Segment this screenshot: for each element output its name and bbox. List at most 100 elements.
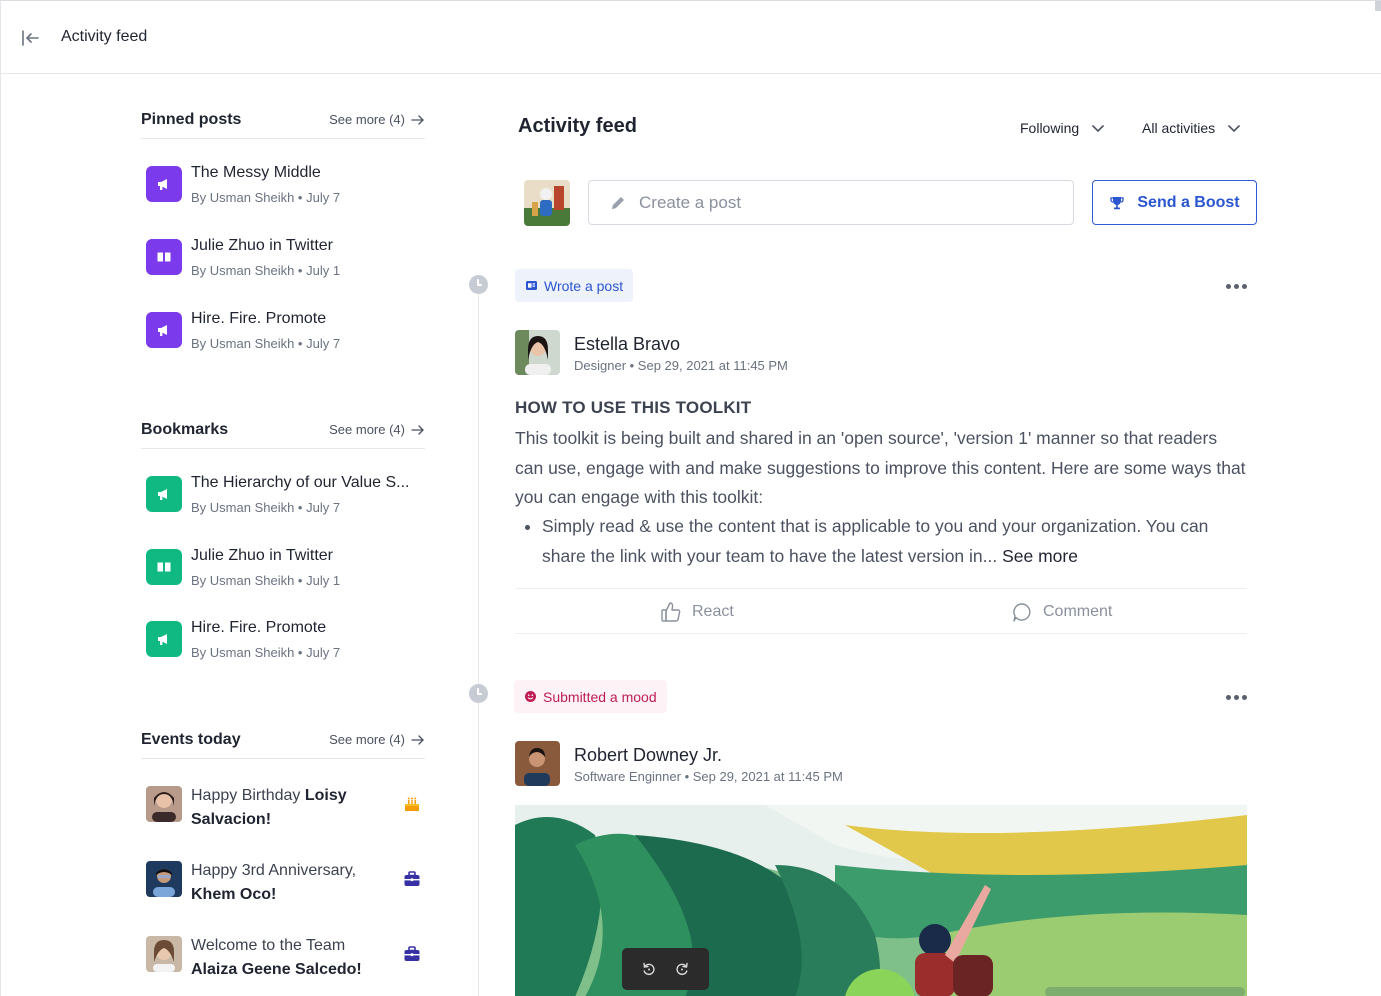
clock-icon [469, 684, 488, 703]
event-prefix: Happy Birthday [191, 787, 305, 804]
post-meta: By Usman Sheikh • July 1 [191, 263, 341, 278]
post-meta: By Usman Sheikh • July 1 [191, 573, 341, 588]
pencil-icon [612, 196, 624, 209]
post-title: Julie Zhuo in Twitter [191, 237, 333, 254]
comment-label: Comment [1043, 603, 1113, 620]
arrow-right-icon [411, 734, 424, 745]
post-heading: HOW TO USE THIS TOOLKIT [515, 398, 752, 417]
book-icon [146, 549, 182, 585]
top-bar: Activity feed [1, 1, 1381, 74]
rotate-right-icon[interactable] [674, 961, 690, 977]
activity-type-tag: Submitted a mood [514, 680, 667, 713]
pinned-see-more-link[interactable]: See more (4) [329, 112, 425, 127]
bookmarks-section: Bookmarks See more (4) [141, 421, 425, 449]
megaphone-icon [146, 312, 182, 348]
chevron-down-icon [1092, 125, 1104, 133]
post-icon [526, 281, 537, 290]
event-item[interactable]: Welcome to the Team Alaiza Geene Salcedo… [146, 934, 422, 986]
briefcase-icon [402, 869, 422, 889]
timeline-line [478, 284, 479, 996]
filter-label: All activities [1142, 120, 1216, 136]
post-meta: By Usman Sheikh • July 7 [191, 336, 341, 351]
activity-tag-label: Wrote a post [544, 277, 624, 294]
post-bullet-text: Simply read & use the content that is ap… [542, 516, 1209, 566]
pinned-post-item[interactable]: Julie Zhuo in Twitter By Usman Sheikh • … [146, 237, 430, 287]
more-options-icon[interactable] [1223, 692, 1249, 702]
megaphone-icon [146, 476, 182, 512]
post-action-bar: React Comment [515, 588, 1247, 634]
event-person-name: Khem Oco! [191, 886, 277, 903]
comment-button[interactable]: Comment [1011, 601, 1112, 623]
pinned-post-item[interactable]: Hire. Fire. Promote By Usman Sheikh • Ju… [146, 310, 430, 360]
pinned-posts-section: Pinned posts See more (4) [141, 111, 425, 139]
avatar[interactable] [515, 741, 560, 786]
clock-icon [469, 275, 488, 294]
post-bullet-item: Simply read & use the content that is ap… [515, 512, 1250, 571]
see-more-link[interactable]: See more [1002, 546, 1078, 566]
event-prefix: Happy 3rd Anniversary, [191, 862, 357, 879]
event-person-name: Alaiza Geene Salcedo! [191, 961, 362, 978]
bookmarks-title: Bookmarks [141, 421, 229, 438]
post-title: The Hierarchy of our Value S... [191, 474, 410, 491]
post-title: The Messy Middle [191, 164, 321, 181]
react-label: React [692, 603, 734, 620]
events-see-more-link[interactable]: See more (4) [329, 732, 425, 747]
event-text: Welcome to the Team Alaiza Geene Salcedo… [191, 934, 391, 982]
scrollbar-corner [1375, 1, 1381, 11]
pinned-post-item[interactable]: The Messy Middle By Usman Sheikh • July … [146, 164, 430, 214]
thumbs-up-icon [661, 602, 681, 622]
post-title: Julie Zhuo in Twitter [191, 547, 333, 564]
mood-icon [525, 691, 536, 702]
bookmark-item[interactable]: Julie Zhuo in Twitter By Usman Sheikh • … [146, 547, 430, 597]
avatar[interactable] [515, 330, 560, 375]
avatar [146, 936, 182, 972]
following-filter-dropdown[interactable]: Following [1020, 120, 1105, 136]
post-body: This toolkit is being built and shared i… [515, 428, 1246, 508]
bookmarks-see-more-link[interactable]: See more (4) [329, 422, 425, 437]
create-post-placeholder: Create a post [639, 192, 742, 212]
event-item[interactable]: Happy 3rd Anniversary, Khem Oco! [146, 859, 422, 911]
post-meta: By Usman Sheikh • July 7 [191, 645, 341, 660]
arrow-right-icon [411, 424, 424, 435]
event-text: Happy Birthday Loisy Salvacion! [191, 784, 391, 832]
avatar [146, 861, 182, 897]
send-boost-button[interactable]: Send a Boost [1092, 180, 1257, 225]
boost-label: Send a Boost [1137, 193, 1240, 211]
collapse-sidebar-icon[interactable] [19, 27, 41, 49]
more-options-icon[interactable] [1223, 281, 1249, 291]
rotate-left-icon[interactable] [641, 961, 657, 977]
avatar [146, 786, 182, 822]
see-more-label: See more (4) [329, 732, 405, 747]
chevron-down-icon [1228, 125, 1240, 133]
author-meta: Software Enginner • Sep 29, 2021 at 11:4… [574, 769, 843, 784]
filter-label: Following [1020, 120, 1080, 136]
trophy-icon [1110, 196, 1125, 209]
book-icon [146, 239, 182, 275]
activities-filter-dropdown[interactable]: All activities [1142, 120, 1241, 136]
author-name[interactable]: Estella Bravo [574, 334, 680, 355]
see-more-label: See more (4) [329, 112, 405, 127]
app-window: Activity feed Pinned posts See more (4) … [0, 0, 1381, 996]
current-user-avatar[interactable] [524, 180, 570, 226]
feed-title: Activity feed [518, 115, 637, 137]
page-title: Activity feed [61, 28, 148, 45]
briefcase-icon [402, 944, 422, 964]
event-item[interactable]: Happy Birthday Loisy Salvacion! [146, 784, 422, 836]
author-meta: Designer • Sep 29, 2021 at 11:45 PM [574, 358, 788, 373]
post-title: Hire. Fire. Promote [191, 310, 327, 327]
bookmark-item[interactable]: Hire. Fire. Promote By Usman Sheikh • Ju… [146, 619, 430, 669]
media-controls [622, 948, 709, 990]
megaphone-icon [146, 621, 182, 657]
author-name[interactable]: Robert Downey Jr. [574, 745, 722, 766]
create-post-input[interactable]: Create a post [588, 180, 1074, 225]
pinned-posts-title: Pinned posts [141, 111, 242, 128]
activity-tag-label: Submitted a mood [543, 688, 657, 705]
post-meta: By Usman Sheikh • July 7 [191, 500, 341, 515]
react-button[interactable]: React [660, 601, 734, 623]
bookmark-item[interactable]: The Hierarchy of our Value S... By Usman… [146, 474, 430, 524]
comment-icon [1013, 603, 1031, 622]
event-text: Happy 3rd Anniversary, Khem Oco! [191, 859, 391, 907]
arrow-right-icon [411, 114, 424, 125]
events-section: Events today See more (4) [141, 731, 425, 759]
events-title: Events today [141, 731, 241, 748]
